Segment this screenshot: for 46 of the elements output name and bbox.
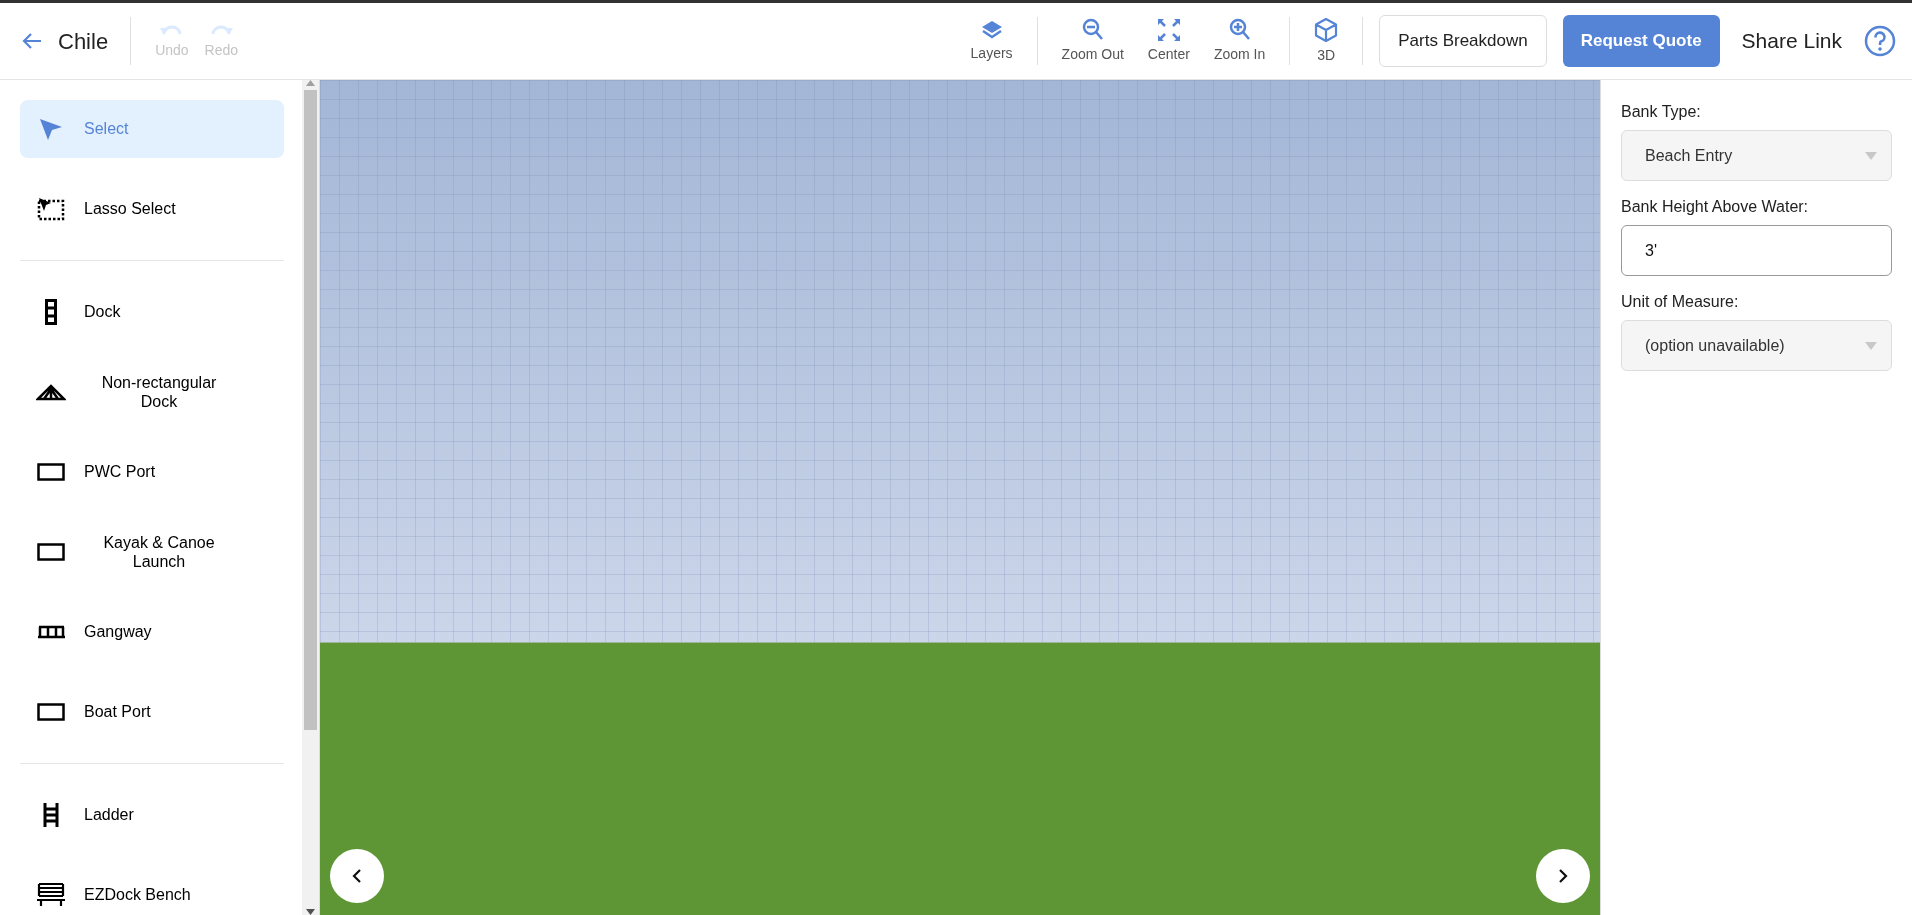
tool-item[interactable]: Lasso Select [20, 180, 284, 238]
expand-icon [1156, 17, 1181, 42]
input-field[interactable]: 3' [1621, 225, 1892, 276]
ladder-icon [42, 802, 60, 828]
center-button[interactable]: Center [1139, 17, 1198, 65]
help-button[interactable] [1864, 25, 1896, 57]
chevron-left-icon [352, 869, 362, 883]
gangway-icon [36, 625, 66, 639]
tool-item[interactable]: Boat Port [20, 683, 284, 741]
help-icon [1864, 25, 1896, 57]
tool-item[interactable]: Dock [20, 283, 284, 341]
back-button[interactable]: Chile [16, 24, 115, 58]
share-link[interactable]: Share Link [1735, 25, 1848, 57]
tool-item[interactable]: Gangway [20, 603, 284, 661]
triangle-dock-icon [36, 383, 66, 401]
rectangle-icon [37, 463, 65, 481]
cube-icon [1314, 16, 1339, 43]
cube-button[interactable]: 3D [1306, 16, 1347, 66]
tool-item[interactable]: EZDock Bench [20, 866, 284, 915]
layers-icon [980, 18, 1003, 41]
primary-button[interactable]: Request Quote [1562, 15, 1720, 67]
rectangle-icon [37, 703, 65, 721]
field-label: Bank Type: [1621, 102, 1702, 122]
dropdown-caret-icon [1865, 341, 1877, 350]
scroll-down-icon [306, 909, 315, 915]
zoom-in-button[interactable]: Zoom In [1205, 17, 1274, 65]
dropdown-caret-icon [1865, 151, 1877, 160]
bench-icon [36, 882, 66, 908]
pointer-icon [38, 117, 64, 141]
tool-item[interactable]: PWC Port [20, 443, 284, 501]
field-label: Unit of Measure: [1621, 292, 1740, 312]
tool-item[interactable]: Non-rectangular Dock [20, 363, 284, 421]
dock-icon [45, 299, 57, 325]
rectangle-icon [37, 543, 65, 561]
field-label: Bank Height Above Water: [1621, 197, 1810, 217]
chevron-right-icon [1558, 869, 1568, 883]
zoom-out-icon [1081, 17, 1104, 42]
tool-item[interactable]: Ladder [20, 786, 284, 844]
zoom-in-icon [1228, 17, 1251, 42]
lasso-select-icon [37, 197, 65, 221]
back-arrow-icon [22, 32, 42, 50]
zoom-out-button[interactable]: Zoom Out [1053, 17, 1132, 65]
tool-item[interactable]: Kayak & Canoe Launch [20, 523, 284, 581]
outline-button[interactable]: Parts Breakdown [1379, 15, 1547, 67]
scrollbar[interactable] [302, 80, 319, 915]
layers-button[interactable]: Layers [962, 18, 1021, 64]
